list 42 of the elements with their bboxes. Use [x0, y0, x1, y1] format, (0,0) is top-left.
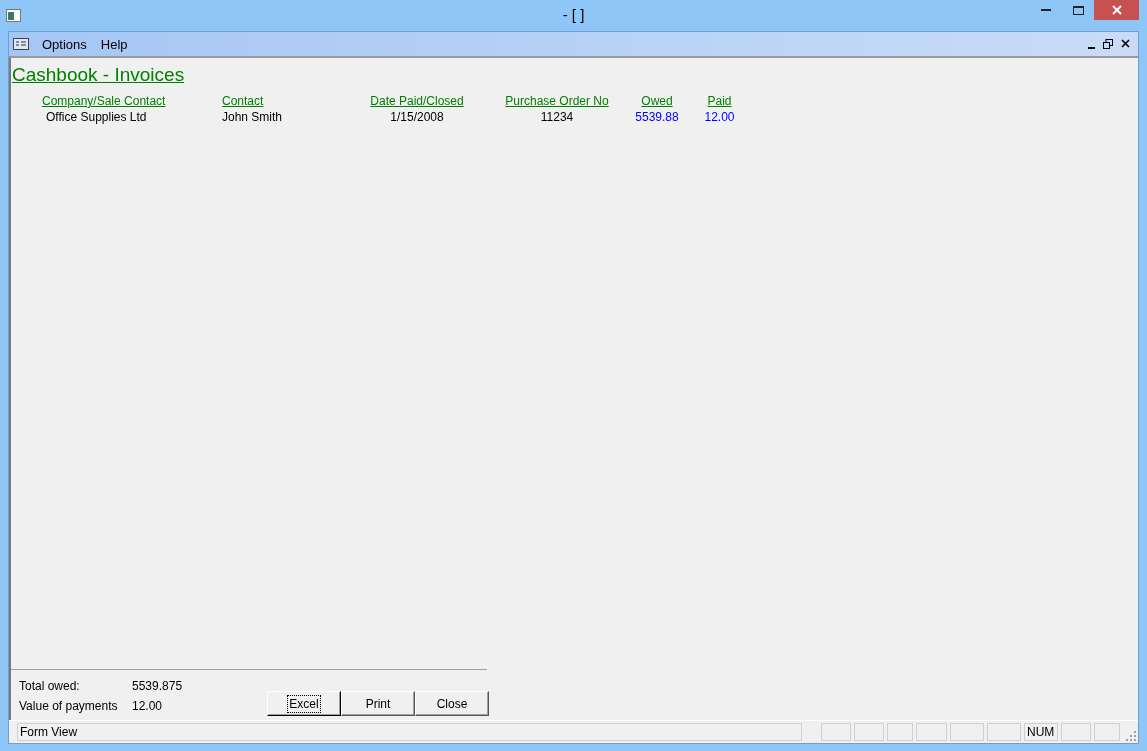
table-cell: 12.00: [704, 110, 735, 124]
close-icon: [1111, 5, 1122, 15]
total-label: Total owed:: [18, 679, 81, 693]
action-button[interactable]: Close: [415, 691, 489, 716]
table-cell-text: Office Supplies Ltd: [45, 110, 147, 124]
menu-item[interactable]: Options: [35, 34, 94, 54]
menu-item[interactable]: Help: [93, 34, 135, 54]
column-header[interactable]: Date Paid/Closed: [370, 94, 464, 108]
total-value: 12.00: [132, 699, 164, 713]
status-pane: [916, 723, 947, 741]
status-pane: [987, 723, 1021, 741]
status-pane: [821, 723, 851, 741]
status-pane: [887, 723, 913, 741]
column-header[interactable]: Owed: [641, 94, 673, 108]
restore-button[interactable]: [1101, 39, 1115, 49]
column-header[interactable]: Purchase Order No: [505, 94, 609, 108]
column-header[interactable]: Company/Sale Contact: [42, 94, 166, 108]
table-cell: 5539.88: [635, 110, 679, 124]
report-title: Cashbook - Invoices: [12, 64, 185, 86]
app-icon[interactable]: [6, 9, 21, 22]
status-pane: NUM: [1024, 723, 1058, 741]
action-button[interactable]: Excel: [267, 691, 341, 716]
document-icon[interactable]: [13, 38, 29, 50]
total-label: Value of payments: [18, 699, 119, 713]
total-value: 5539.875: [132, 679, 184, 693]
maximize-icon: [1072, 5, 1084, 15]
table-cell: John Smith: [222, 110, 283, 124]
status-pane: [1061, 723, 1091, 741]
status-pane: Form View: [17, 723, 802, 741]
column-header[interactable]: Paid: [707, 94, 732, 108]
status-pane: [1094, 723, 1120, 741]
minimize-icon: [1088, 47, 1095, 49]
column-header[interactable]: Contact: [222, 94, 264, 108]
action-button[interactable]: Print: [341, 691, 415, 716]
status-pane: [950, 723, 984, 741]
table-cell: 1/15/2008: [390, 110, 444, 124]
table-cell: 11234: [540, 110, 574, 124]
minimize-icon: [1041, 9, 1051, 11]
resize-grip-icon[interactable]: [1126, 731, 1136, 741]
close-button[interactable]: [1119, 39, 1132, 49]
window-title: - [ ]: [562, 6, 585, 23]
status-pane: [854, 723, 884, 741]
